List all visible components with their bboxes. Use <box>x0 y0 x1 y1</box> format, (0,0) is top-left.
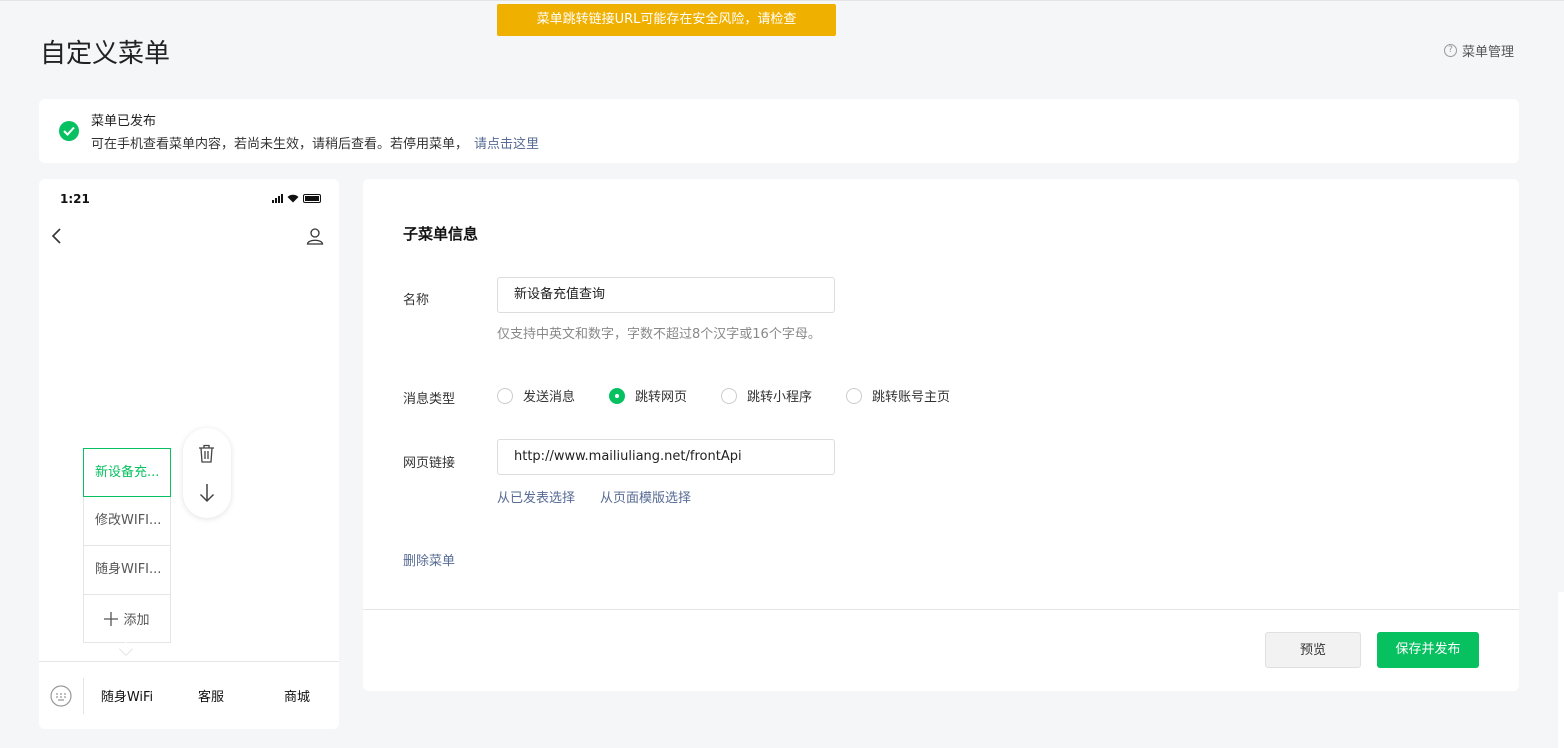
notice-description: 可在手机查看菜单内容，若尚未生效，请稍后查看。若停用菜单， 请点击这里 <box>91 133 539 152</box>
publish-notice: 菜单已发布 可在手机查看菜单内容，若尚未生效，请稍后查看。若停用菜单， 请点击这里 <box>39 99 1519 163</box>
message-type-radio-group: 发送消息 跳转网页 跳转小程序 跳转账号主页 <box>497 386 984 405</box>
name-input[interactable]: 新设备充值查询 <box>497 277 835 313</box>
notice-text: 可在手机查看菜单内容，若尚未生效，请稍后查看。若停用菜单， <box>91 137 469 152</box>
arrow-down-icon[interactable] <box>199 483 215 503</box>
choose-template-link[interactable]: 从页面模版选择 <box>600 487 691 506</box>
add-label: 添加 <box>123 613 150 628</box>
submenu-list: 新设备充... 修改WIFI... 随身WIFI... 添加 <box>83 448 171 643</box>
question-circle-icon: ? <box>1443 44 1457 57</box>
scrollbar-edge[interactable] <box>1558 592 1564 748</box>
check-circle-icon <box>59 121 79 141</box>
name-label: 名称 <box>403 293 430 308</box>
submenu-item[interactable]: 修改WIFI... <box>83 497 171 546</box>
delete-menu-link[interactable]: 删除菜单 <box>403 550 455 569</box>
bottom-menu-item-service[interactable]: 客服 <box>181 686 241 705</box>
radio-circle <box>721 387 738 404</box>
user-icon[interactable] <box>306 227 324 245</box>
choose-published-link[interactable]: 从已发表选择 <box>497 487 575 506</box>
type-label: 消息类型 <box>403 392 456 407</box>
url-label: 网页链接 <box>403 456 456 471</box>
radio-label: 跳转网页 <box>635 390 688 405</box>
radio-label: 发送消息 <box>523 390 576 405</box>
form-divider <box>363 609 1519 610</box>
radio-send-message[interactable]: 发送消息 <box>497 386 575 405</box>
menu-manage-label: 菜单管理 <box>1461 45 1514 60</box>
bottom-menu-item-wifi[interactable]: 随身WiFi <box>97 686 157 705</box>
submenu-item[interactable]: 新设备充... <box>83 448 171 497</box>
bottom-menu-divider <box>83 678 84 714</box>
back-icon[interactable] <box>51 228 63 244</box>
radio-open-account-home[interactable]: 跳转账号主页 <box>846 386 950 405</box>
url-input[interactable]: http://www.mailiuliang.net/frontApi <box>497 439 835 475</box>
save-publish-button[interactable]: 保存并发布 <box>1377 632 1479 668</box>
submenu-actions <box>183 428 231 518</box>
notice-title: 菜单已发布 <box>91 114 157 129</box>
phone-preview: 1:21 新设备充... 修改WIFI... 随身WIFI... 添加 随身Wi… <box>39 179 339 729</box>
radio-circle <box>497 387 513 404</box>
submenu-pointer <box>118 641 134 657</box>
submenu-item[interactable]: 随身WIFI... <box>83 546 171 595</box>
plus-icon <box>104 611 119 626</box>
submenu-form: 子菜单信息 名称 新设备充值查询 仅支持中英文和数字，字数不超过8个汉字或16个… <box>363 179 1519 691</box>
name-hint: 仅支持中英文和数字，字数不超过8个汉字或16个字母。 <box>497 327 821 342</box>
radio-circle-checked <box>609 387 626 404</box>
radio-open-webpage[interactable]: 跳转网页 <box>609 386 687 405</box>
menu-manage-link[interactable]: ? 菜单管理 <box>1443 41 1514 60</box>
disable-menu-link[interactable]: 请点击这里 <box>474 137 539 152</box>
radio-circle <box>846 387 863 404</box>
radio-open-miniprogram[interactable]: 跳转小程序 <box>721 386 812 405</box>
battery-icon <box>303 194 321 203</box>
preview-button[interactable]: 预览 <box>1265 632 1361 668</box>
trash-icon[interactable] <box>198 444 215 463</box>
page-title: 自定义菜单 <box>40 39 171 69</box>
radio-label: 跳转小程序 <box>747 390 813 405</box>
section-title: 子菜单信息 <box>403 225 479 243</box>
add-submenu-button[interactable]: 添加 <box>83 595 171 643</box>
status-time: 1:21 <box>60 192 90 206</box>
bottom-menu-item-shop[interactable]: 商城 <box>267 686 327 705</box>
signal-icon <box>272 194 283 203</box>
security-warning-toast: 菜单跳转链接URL可能存在安全风险，请检查 <box>497 4 836 36</box>
status-icons <box>272 194 321 203</box>
phone-bottom-menu: 随身WiFi 客服 商城 <box>39 661 339 729</box>
radio-label: 跳转账号主页 <box>872 390 951 405</box>
wifi-icon <box>287 194 299 203</box>
keyboard-icon[interactable] <box>50 685 72 707</box>
